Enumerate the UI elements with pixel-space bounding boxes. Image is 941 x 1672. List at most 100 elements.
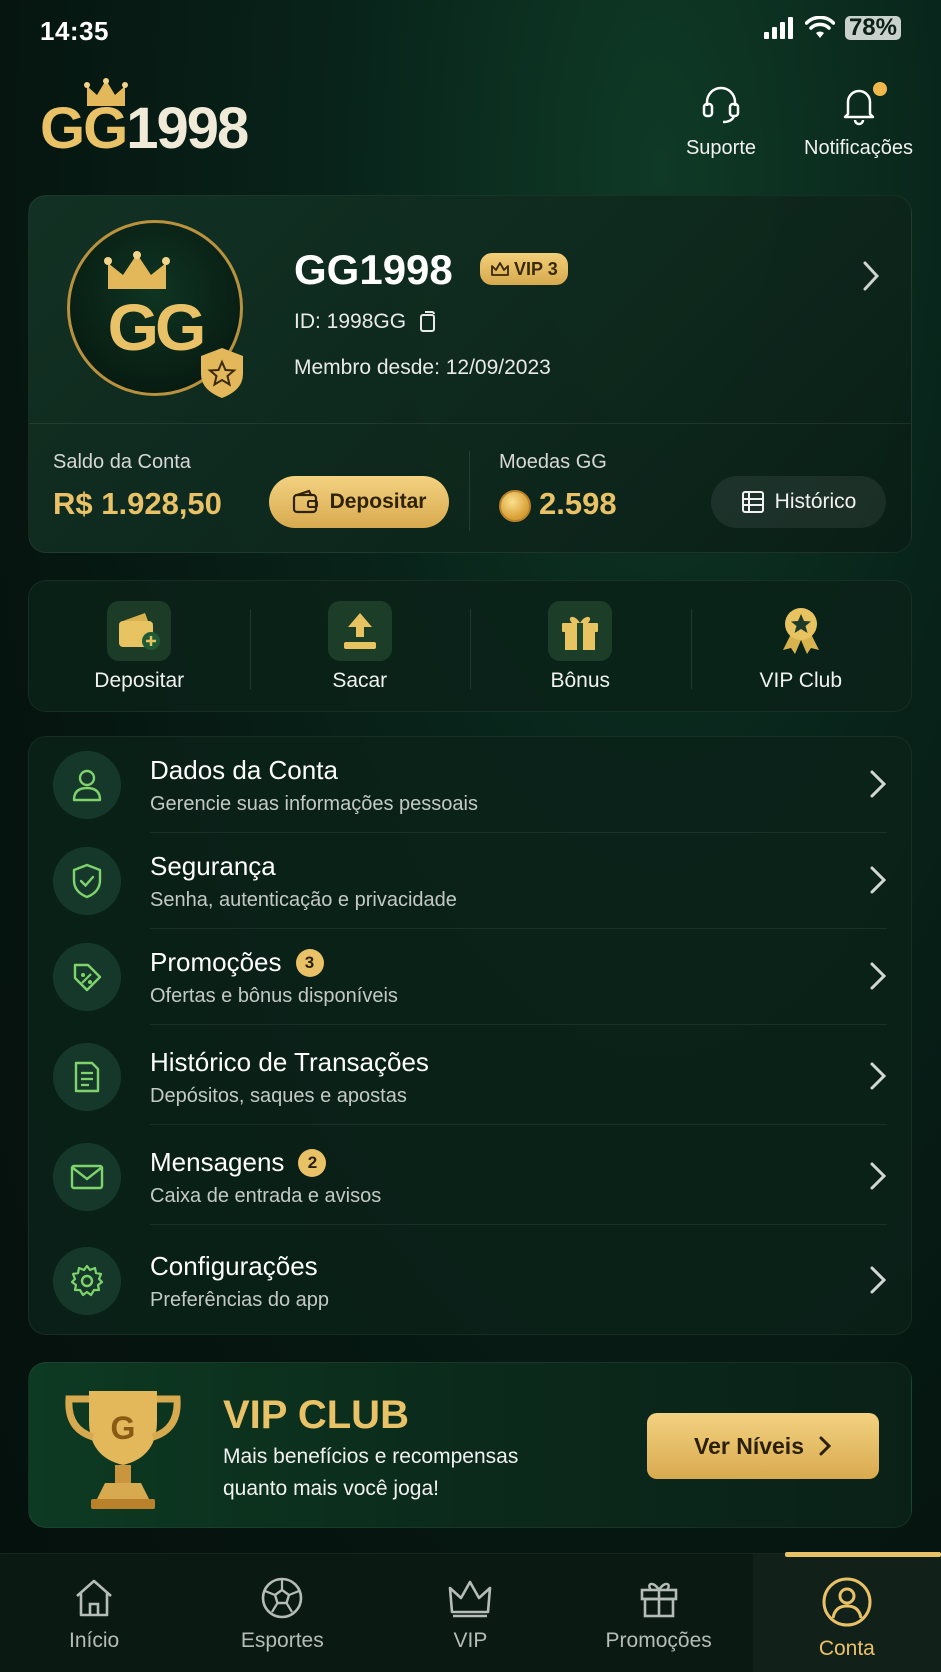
- account-icon: [822, 1577, 872, 1627]
- quick-action-label: VIP Club: [759, 669, 843, 692]
- brand-logo[interactable]: GG1998: [40, 78, 270, 168]
- nav-label: Esportes: [240, 1629, 324, 1652]
- menu-icon-wrap: [53, 943, 121, 1011]
- trophy-letter: G: [111, 1410, 136, 1446]
- menu-item-title-text: Histórico de Transações: [150, 1047, 429, 1077]
- signal-icon: [763, 17, 793, 39]
- vip-badge: VIP 3: [480, 253, 568, 285]
- nav-home[interactable]: Início: [0, 1554, 188, 1672]
- menu-icon-wrap: [53, 751, 121, 819]
- quick-action-deposit[interactable]: Depositar: [29, 581, 250, 711]
- quick-action-bonus-icon-box: [548, 601, 613, 661]
- balance-divider: [469, 451, 470, 531]
- profile-chevron-right-icon[interactable]: [861, 260, 881, 292]
- menu-item-settings[interactable]: Configurações Preferências do app: [29, 1233, 913, 1329]
- quick-action-withdraw[interactable]: Sacar: [249, 581, 471, 711]
- view-levels-button[interactable]: Ver Níveis: [647, 1413, 879, 1479]
- quick-action-vip-club[interactable]: VIP Club: [690, 581, 912, 711]
- promotions-count-badge: 3: [295, 948, 324, 977]
- nav-label: VIP: [453, 1629, 488, 1652]
- document-icon: [74, 1061, 100, 1093]
- profile-divider: [29, 423, 911, 424]
- menu-item-title: Promoções 3: [150, 947, 324, 978]
- logo-gg: GG: [40, 96, 128, 161]
- app-header: GG1998 Suporte Notificações: [0, 70, 941, 180]
- coins-value-wrap: 2.598: [499, 486, 617, 522]
- history-button[interactable]: Histórico: [711, 476, 886, 528]
- chevron-right-icon: [819, 1436, 832, 1456]
- menu-item-title: Dados da Conta: [150, 755, 338, 786]
- discount-tag-icon: [73, 963, 102, 992]
- gift-icon: [562, 616, 599, 650]
- quick-action-label: Sacar: [332, 669, 388, 692]
- profile-name: GG1998: [294, 246, 453, 293]
- menu-icon-wrap: [53, 1143, 121, 1211]
- menu-item-title: Histórico de Transações: [150, 1047, 429, 1078]
- nav-vip[interactable]: VIP: [376, 1554, 564, 1672]
- mail-icon: [70, 1164, 104, 1190]
- quick-actions: Depositar Sacar Bônus VIP Club: [28, 580, 912, 712]
- menu-item-account-data[interactable]: Dados da Conta Gerencie suas informações…: [29, 737, 913, 833]
- coins-label: Moedas GG: [499, 451, 607, 473]
- chevron-right-icon: [870, 962, 887, 990]
- menu-item-transactions[interactable]: Histórico de Transações Depósitos, saque…: [29, 1029, 913, 1125]
- profile-id: ID: 1998GG: [294, 310, 438, 334]
- status-time: 14:35: [40, 16, 109, 46]
- quick-action-deposit-icon-box: [107, 601, 172, 661]
- notification-dot: [873, 82, 887, 96]
- nav-account[interactable]: Conta: [753, 1552, 941, 1672]
- menu-separator: [150, 1024, 887, 1025]
- user-icon: [72, 769, 102, 802]
- deposit-button-label: Depositar: [329, 490, 427, 513]
- profile-id-text: ID: 1998GG: [294, 310, 407, 333]
- nav-label: Início: [68, 1629, 120, 1652]
- nav-label: Promoções: [605, 1629, 712, 1652]
- menu-item-messages[interactable]: Mensagens 2 Caixa de entrada e avisos: [29, 1129, 913, 1225]
- menu-icon-wrap: [53, 1043, 121, 1111]
- nav-sports[interactable]: Esportes: [188, 1554, 376, 1672]
- menu-item-subtitle: Caixa de entrada e avisos: [150, 1185, 382, 1207]
- notifications-label: Notificações: [804, 137, 913, 159]
- menu-item-subtitle: Ofertas e bônus disponíveis: [150, 985, 398, 1007]
- copy-icon[interactable]: [416, 310, 438, 334]
- member-since: Membro desde: 12/09/2023: [294, 356, 551, 379]
- vip-club-banner: G VIP CLUB Mais benefícios e recompensas…: [28, 1362, 912, 1528]
- chevron-right-icon: [870, 866, 887, 894]
- menu-item-title: Configurações: [150, 1251, 318, 1282]
- upload-icon: [343, 613, 376, 649]
- deposit-button[interactable]: Depositar: [269, 476, 449, 528]
- quick-action-vip-icon-box: [769, 601, 833, 661]
- bottom-navigation: Início Esportes VIP Promoções Conta: [0, 1552, 941, 1672]
- wallet-icon: [292, 489, 318, 514]
- account-menu: Dados da Conta Gerencie suas informações…: [28, 736, 912, 1335]
- battery-level: 78%: [848, 14, 897, 41]
- menu-item-subtitle: Depósitos, saques e apostas: [150, 1085, 407, 1107]
- menu-item-promotions[interactable]: Promoções 3 Ofertas e bônus disponíveis: [29, 929, 913, 1025]
- medal-icon: [782, 608, 819, 654]
- vip-banner-title: VIP CLUB: [223, 1393, 409, 1437]
- notifications-button[interactable]: Notificações: [796, 82, 921, 160]
- quick-action-bonus[interactable]: Bônus: [470, 581, 691, 711]
- profile-card: GG GG1998 VIP 3 ID: 1998GG Membro desde:…: [28, 195, 912, 553]
- menu-item-subtitle: Senha, autenticação e privacidade: [150, 889, 457, 911]
- chevron-right-icon: [870, 1266, 887, 1294]
- battery-indicator: 78%: [844, 14, 901, 41]
- coin-icon: [499, 489, 531, 522]
- quick-action-label: Depositar: [94, 669, 185, 692]
- menu-item-title: Segurança: [150, 851, 276, 882]
- nav-promotions[interactable]: Promoções: [565, 1554, 753, 1672]
- logo-number: 1998: [126, 96, 249, 161]
- wallet-plus-icon: [119, 613, 161, 650]
- menu-icon-wrap: [53, 1247, 121, 1315]
- chevron-right-icon: [870, 1062, 887, 1090]
- home-icon: [76, 1579, 112, 1617]
- menu-item-title-text: Mensagens: [150, 1147, 285, 1177]
- logo-text: GG1998: [40, 100, 249, 158]
- menu-icon-wrap: [53, 847, 121, 915]
- support-button[interactable]: Suporte: [676, 82, 766, 160]
- quick-action-withdraw-icon-box: [327, 601, 392, 661]
- crown-icon: [449, 1580, 492, 1618]
- menu-item-security[interactable]: Segurança Senha, autenticação e privacid…: [29, 833, 913, 929]
- menu-item-title-text: Configurações: [150, 1251, 318, 1281]
- gift-icon: [640, 1582, 677, 1618]
